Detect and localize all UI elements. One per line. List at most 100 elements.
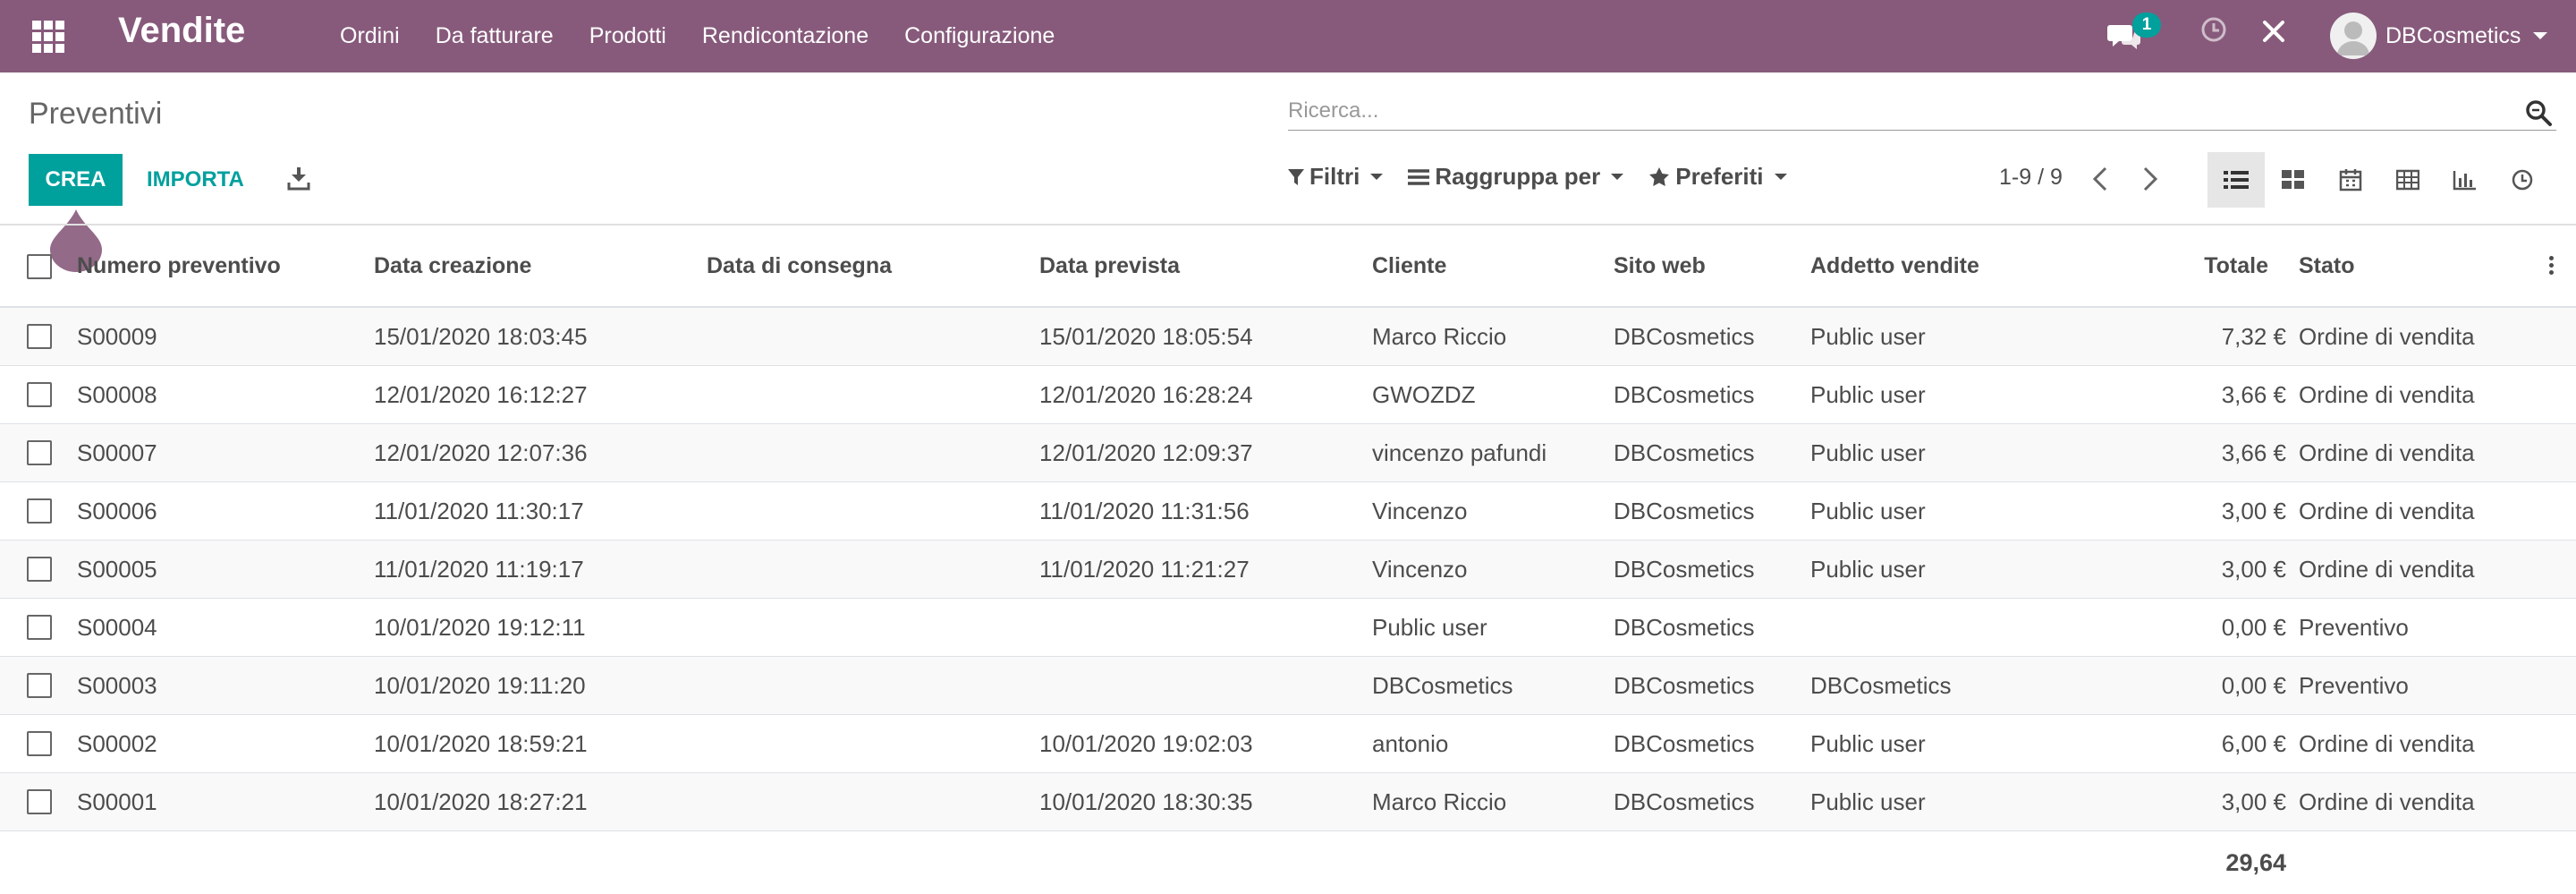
quotations-table: Numero preventivo Data creazione Data di…	[0, 226, 2576, 894]
cell-data-creazione: 10/01/2020 19:12:11	[374, 613, 586, 641]
user-menu[interactable]: DBCosmetics	[2330, 9, 2548, 63]
search-input[interactable]	[1288, 93, 2496, 129]
main-menu: Ordini Da fatturare Prodotti Rendicontaz…	[340, 0, 1090, 72]
select-all-checkbox[interactable]	[27, 254, 52, 279]
column-header-data-prevista[interactable]: Data prevista	[1039, 226, 1180, 306]
cell-totale: 3,66 €	[2221, 380, 2286, 408]
filters-dropdown[interactable]: Filtri	[1288, 163, 1384, 191]
cell-sito-web: DBCosmetics	[1614, 788, 1755, 815]
list-view-icon	[2224, 171, 2249, 189]
row-checkbox[interactable]	[27, 440, 52, 465]
menu-item-rendicontazione[interactable]: Rendicontazione	[702, 23, 869, 49]
row-checkbox[interactable]	[27, 324, 52, 349]
pager-value[interactable]: 1-9 / 9	[1999, 165, 2063, 191]
breadcrumb: Preventivi	[29, 97, 163, 131]
row-checkbox[interactable]	[27, 557, 52, 582]
graph-view-button[interactable]	[2436, 152, 2494, 208]
cell-numero: S00003	[77, 671, 157, 699]
group-by-icon	[1408, 168, 1430, 185]
column-header-cliente[interactable]: Cliente	[1372, 226, 1446, 306]
table-row[interactable]: S00001 10/01/2020 18:27:21 10/01/2020 18:3…	[0, 773, 2576, 831]
download-icon[interactable]	[286, 165, 311, 192]
cell-numero: S00008	[77, 380, 157, 408]
top-navbar: Vendite Ordini Da fatturare Prodotti Ren…	[0, 0, 2576, 72]
column-header-data-creazione[interactable]: Data creazione	[374, 226, 531, 306]
table-row[interactable]: S00007 12/01/2020 12:07:36 12/01/2020 12:0…	[0, 424, 2576, 482]
chevron-left-icon[interactable]	[2088, 163, 2114, 195]
row-checkbox[interactable]	[27, 673, 52, 698]
cell-addetto-vendite: Public user	[1810, 380, 1926, 408]
favorites-label: Preferiti	[1675, 163, 1764, 190]
user-avatar	[2330, 13, 2377, 59]
row-checkbox[interactable]	[27, 789, 52, 814]
search-icon[interactable]	[2524, 98, 2553, 127]
cell-cliente: Marco Riccio	[1372, 788, 1507, 815]
cell-cliente: antonio	[1372, 729, 1449, 757]
column-header-numero[interactable]: Numero preventivo	[77, 226, 281, 306]
list-view-button[interactable]	[2207, 152, 2265, 208]
table-row[interactable]: S00006 11/01/2020 11:30:17 11/01/2020 11:3…	[0, 482, 2576, 541]
groupby-label: Raggruppa per	[1435, 163, 1601, 190]
menu-item-da-fatturare[interactable]: Da fatturare	[436, 23, 554, 49]
menu-item-configurazione[interactable]: Configurazione	[904, 23, 1055, 49]
cell-totale: 3,00 €	[2221, 555, 2286, 583]
column-header-sito-web[interactable]: Sito web	[1614, 226, 1706, 306]
cell-stato: Ordine di vendita	[2299, 788, 2475, 815]
create-button[interactable]: CREA	[29, 154, 123, 206]
cell-addetto-vendite: Public user	[1810, 497, 1926, 524]
column-header-data-consegna[interactable]: Data di consegna	[707, 226, 892, 306]
cell-numero: S00001	[77, 788, 157, 815]
optional-columns-kebab-icon[interactable]	[2549, 256, 2556, 277]
cell-addetto-vendite: Public user	[1810, 438, 1926, 466]
debug-tools-icon[interactable]	[2260, 18, 2287, 45]
groupby-dropdown[interactable]: Raggruppa per	[1408, 163, 1624, 191]
cell-totale: 0,00 €	[2221, 613, 2286, 641]
activity-clock-icon[interactable]	[2200, 16, 2227, 43]
row-checkbox[interactable]	[27, 498, 52, 524]
cell-totale: 6,00 €	[2221, 729, 2286, 757]
table-row[interactable]: S00005 11/01/2020 11:19:17 11/01/2020 11:2…	[0, 541, 2576, 599]
cell-numero: S00006	[77, 497, 157, 524]
pivot-view-button[interactable]	[2379, 152, 2436, 208]
cell-stato: Ordine di vendita	[2299, 729, 2475, 757]
cell-data-creazione: 15/01/2020 18:03:45	[374, 322, 588, 350]
cell-data-prevista: 10/01/2020 18:30:35	[1039, 788, 1253, 815]
app-title[interactable]: Vendite	[118, 11, 245, 51]
row-checkbox[interactable]	[27, 731, 52, 756]
menu-item-prodotti[interactable]: Prodotti	[589, 23, 666, 49]
cell-totale: 3,66 €	[2221, 438, 2286, 466]
cell-stato: Ordine di vendita	[2299, 380, 2475, 408]
row-checkbox[interactable]	[27, 382, 52, 407]
import-button[interactable]: IMPORTA	[134, 154, 257, 206]
cell-stato: Preventivo	[2299, 613, 2409, 641]
cell-numero: S00002	[77, 729, 157, 757]
filter-icon	[1288, 168, 1304, 185]
cell-data-prevista: 12/01/2020 12:09:37	[1039, 438, 1253, 466]
cell-sito-web: DBCosmetics	[1614, 613, 1755, 641]
table-row[interactable]: S00004 10/01/2020 19:12:11 Public user DBCo…	[0, 599, 2576, 657]
favorites-dropdown[interactable]: Preferiti	[1648, 163, 1787, 191]
table-row[interactable]: S00009 15/01/2020 18:03:45 15/01/2020 18:0…	[0, 308, 2576, 366]
cell-data-creazione: 10/01/2020 19:11:20	[374, 671, 586, 699]
column-header-addetto-vendite[interactable]: Addetto vendite	[1810, 226, 1979, 306]
cell-sito-web: DBCosmetics	[1614, 380, 1755, 408]
menu-item-ordini[interactable]: Ordini	[340, 23, 400, 49]
activity-view-button[interactable]	[2494, 152, 2551, 208]
cell-addetto-vendite: Public user	[1810, 322, 1926, 350]
table-row[interactable]: S00003 10/01/2020 19:11:20 DBCosmetics DBCo…	[0, 657, 2576, 715]
column-header-stato[interactable]: Stato	[2299, 226, 2355, 306]
apps-menu-icon[interactable]	[30, 18, 64, 53]
cell-sito-web: DBCosmetics	[1614, 671, 1755, 699]
cell-totale: 0,00 €	[2221, 671, 2286, 699]
cell-totale: 7,32 €	[2221, 322, 2286, 350]
cell-sito-web: DBCosmetics	[1614, 555, 1755, 583]
calendar-view-button[interactable]	[2322, 152, 2379, 208]
cell-data-prevista: 11/01/2020 11:21:27	[1039, 555, 1250, 583]
kanban-view-icon	[2282, 170, 2304, 189]
column-header-totale[interactable]: Totale	[2147, 226, 2268, 306]
kanban-view-button[interactable]	[2265, 152, 2322, 208]
table-row[interactable]: S00002 10/01/2020 18:59:21 10/01/2020 19:0…	[0, 715, 2576, 773]
row-checkbox[interactable]	[27, 615, 52, 640]
chevron-right-icon[interactable]	[2136, 163, 2163, 195]
table-row[interactable]: S00008 12/01/2020 16:12:27 12/01/2020 16:2…	[0, 366, 2576, 424]
